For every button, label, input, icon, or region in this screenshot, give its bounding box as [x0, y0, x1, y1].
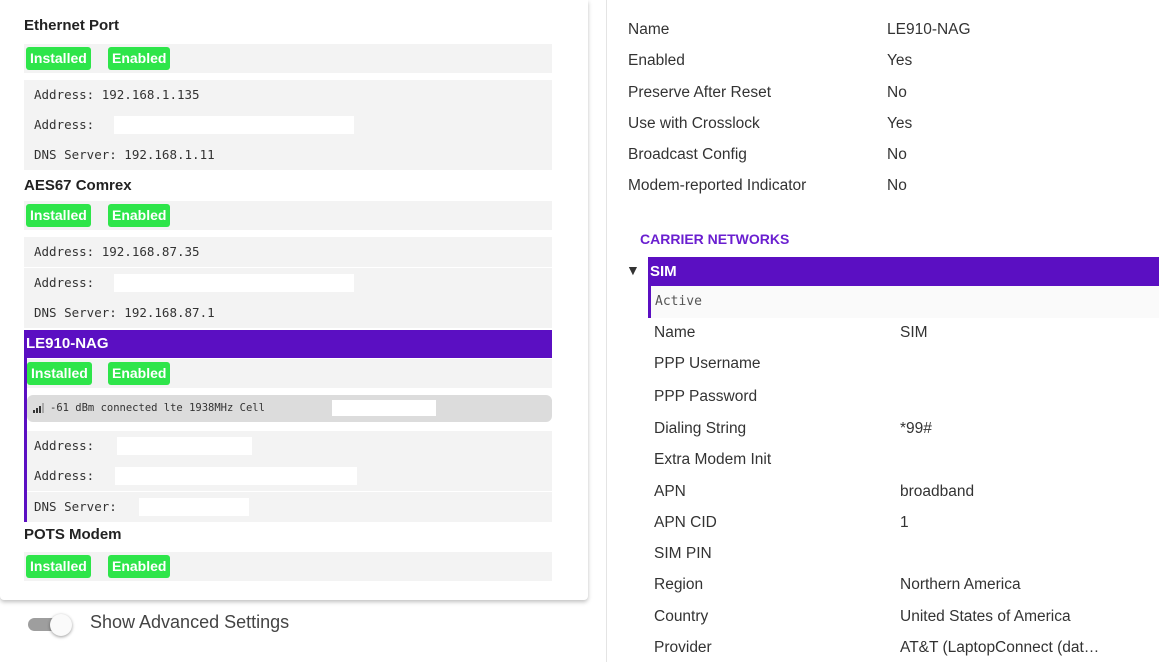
dns-row: DNS Server: — [27, 492, 552, 522]
interface-title-aes67[interactable]: AES67 Comrex — [24, 175, 552, 197]
installed-badge: Installed — [27, 362, 92, 385]
badges-row: Installed Enabled — [27, 359, 552, 388]
installed-badge: Installed — [26, 47, 91, 70]
cell-status-row: -61 dBm connected lte 1938MHz Cell — [27, 395, 552, 422]
sim-field-key: PPP Username — [654, 355, 761, 372]
advanced-settings-label: Show Advanced Settings — [90, 612, 290, 632]
address-row: Address: — [27, 431, 552, 461]
sim-status: Active — [648, 286, 1159, 318]
badges-row: Installed Enabled — [24, 201, 552, 230]
panel-divider — [606, 0, 607, 662]
sim-field-key: APN CID — [654, 514, 717, 531]
detail-key: Name — [628, 21, 670, 38]
carrier-networks-title: CARRIER NETWORKS — [640, 231, 790, 247]
sim-field-key: APN — [654, 483, 686, 500]
address-row: Address: — [24, 268, 552, 298]
badges-row: Installed Enabled — [24, 44, 552, 73]
interface-title-ethernet[interactable]: Ethernet Port — [24, 15, 552, 37]
sim-field-key: Extra Modem Init — [654, 451, 772, 468]
interfaces-panel: Ethernet Port Installed Enabled Address:… — [0, 0, 588, 600]
detail-value: No — [887, 84, 907, 101]
detail-key: Use with Crosslock — [628, 115, 760, 132]
detail-key: Broadcast Config — [628, 146, 747, 163]
sim-field-value: *99# — [900, 420, 932, 437]
sim-field-value: United States of America — [900, 608, 1071, 625]
toggle-knob — [50, 614, 72, 636]
sim-field-key: Name — [654, 324, 696, 341]
sim-field-key: Dialing String — [654, 420, 747, 437]
sim-field-value: SIM — [900, 324, 928, 341]
enabled-badge: Enabled — [108, 555, 171, 578]
sim-field-key: Region — [654, 576, 704, 593]
sim-field-key: Provider — [654, 639, 712, 656]
sim-field-value: 1 — [900, 514, 909, 531]
detail-key: Modem-reported Indicator — [628, 177, 807, 194]
interface-title-pots-modem[interactable]: POTS Modem — [24, 524, 552, 546]
address-row: Address: — [27, 461, 552, 491]
detail-value: No — [887, 146, 907, 163]
address-row: Address: 192.168.1.135 — [24, 80, 552, 110]
installed-badge: Installed — [26, 555, 91, 578]
advanced-settings-toggle[interactable] — [28, 613, 74, 636]
sim-field-key: Country — [654, 608, 709, 625]
sim-field-key: PPP Password — [654, 388, 758, 405]
sim-field-value: AT&T (LaptopConnect (dat… — [900, 639, 1100, 656]
detail-key: Enabled — [628, 52, 685, 69]
detail-value: Yes — [887, 115, 913, 132]
sim-field-key: SIM PIN — [654, 545, 712, 562]
sim-header[interactable]: SIM — [648, 257, 1159, 286]
detail-value: LE910-NAG — [887, 21, 971, 38]
interface-title-le910-nag[interactable]: LE910-NAG — [24, 330, 552, 358]
address-row: Address: — [24, 110, 552, 140]
badges-row: Installed Enabled — [24, 552, 552, 581]
dns-row: DNS Server: 192.168.87.1 — [24, 298, 552, 328]
dns-row: DNS Server: 192.168.1.11 — [24, 140, 552, 170]
signal-strength-icon — [33, 403, 47, 413]
collapse-triangle-icon[interactable]: ▼ — [626, 262, 640, 278]
installed-badge: Installed — [26, 204, 91, 227]
enabled-badge: Enabled — [108, 47, 171, 70]
enabled-badge: Enabled — [108, 362, 171, 385]
detail-key: Preserve After Reset — [628, 84, 772, 101]
detail-value: No — [887, 177, 907, 194]
enabled-badge: Enabled — [108, 204, 171, 227]
address-row: Address: 192.168.87.35 — [24, 237, 552, 267]
sim-field-value: broadband — [900, 483, 975, 500]
sim-field-value: Northern America — [900, 576, 1021, 593]
detail-value: Yes — [887, 52, 913, 69]
